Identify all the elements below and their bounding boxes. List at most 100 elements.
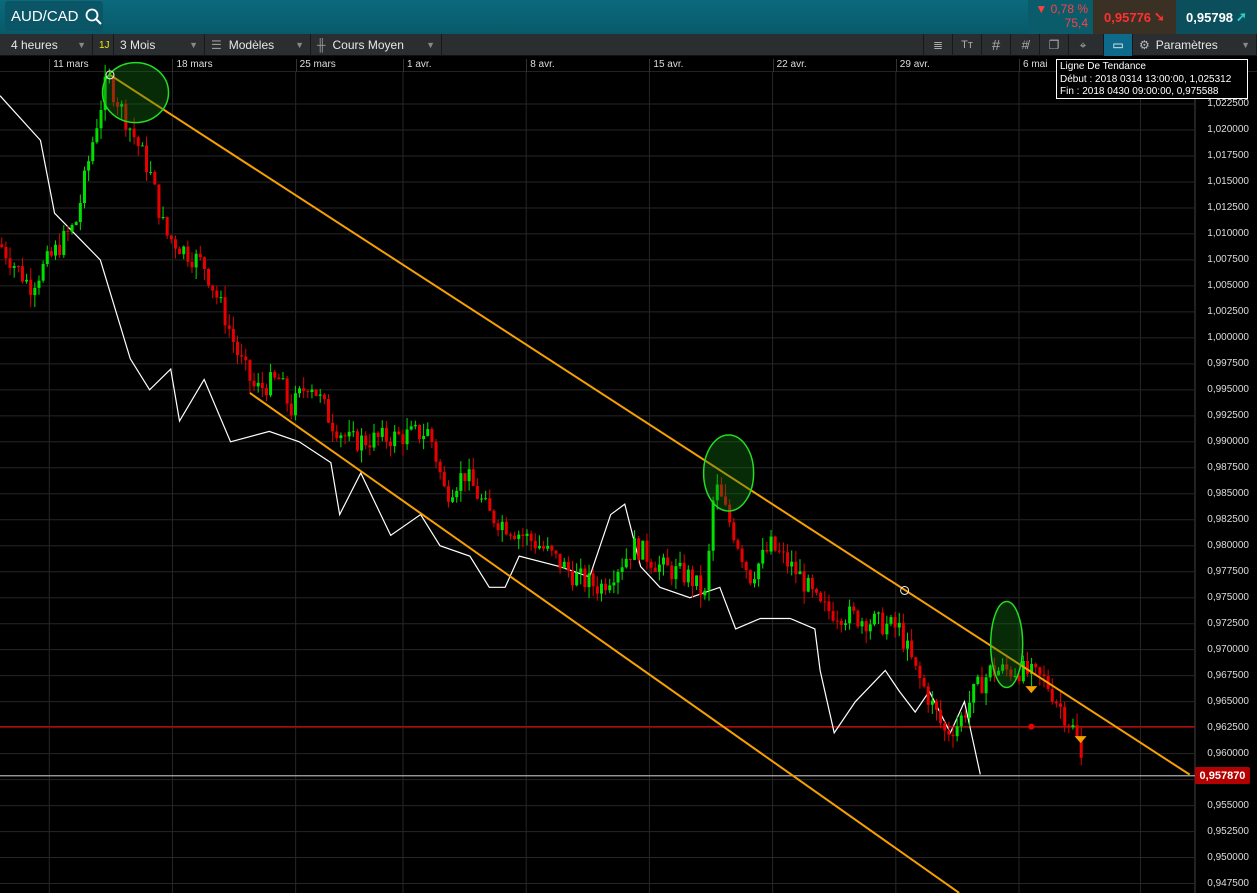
candle-body <box>537 546 541 549</box>
price-tick-label: 0,977500 <box>1207 565 1249 577</box>
candle-body <box>579 568 583 573</box>
candle-body <box>182 246 186 255</box>
candle-body <box>624 558 628 568</box>
candle-body <box>910 640 914 658</box>
candle-body <box>612 582 616 586</box>
candle-body <box>484 498 488 500</box>
candle-body <box>29 279 33 296</box>
candle-body <box>843 623 847 625</box>
candle-body <box>790 561 794 567</box>
candle-body <box>529 533 533 541</box>
candle-body <box>455 490 459 498</box>
price-tick-label: 1,022500 <box>1207 98 1249 109</box>
candle-body <box>405 429 409 445</box>
price-tick-label: 0,987500 <box>1207 461 1249 473</box>
candle-body <box>368 445 372 448</box>
candle-body <box>49 251 53 256</box>
candle-body <box>686 569 690 583</box>
candle-body <box>608 585 612 591</box>
candle-body <box>223 297 227 326</box>
candle-body <box>980 676 984 694</box>
candle-body <box>496 523 500 531</box>
candle-body <box>277 377 281 380</box>
candle-body <box>533 540 537 549</box>
candle-body <box>207 268 211 286</box>
candle-body <box>835 620 839 622</box>
candle-body <box>819 592 823 602</box>
candle-body <box>599 583 603 594</box>
highlight-ellipse <box>989 600 1024 689</box>
candle-body <box>393 431 397 447</box>
candle-body <box>661 557 665 565</box>
candle-body <box>575 572 579 586</box>
candle-body <box>831 611 835 621</box>
candle-body <box>773 536 777 551</box>
candle-body <box>860 621 864 627</box>
candle-body <box>471 469 475 486</box>
candle-body <box>550 545 554 551</box>
candle-body <box>161 217 165 219</box>
candle-body <box>198 253 202 258</box>
candle-body <box>922 677 926 687</box>
candle-body <box>521 534 525 537</box>
candle-body <box>815 589 819 593</box>
candle-body <box>637 538 641 560</box>
price-chart[interactable] <box>0 0 1257 893</box>
candle-body <box>264 388 268 396</box>
candle-body <box>777 550 781 552</box>
candle-body <box>571 570 575 586</box>
candle-body <box>864 621 868 632</box>
candle-body <box>157 184 161 218</box>
candle-body <box>1025 661 1029 674</box>
candle-body <box>856 610 860 627</box>
candle-body <box>384 427 388 442</box>
candle-body <box>438 461 442 473</box>
highlight-ellipse <box>702 434 755 512</box>
candle-body <box>302 388 306 392</box>
candle-body <box>951 734 955 737</box>
candle-body <box>513 535 517 539</box>
candle-body <box>963 715 967 718</box>
price-tick-label: 0,985000 <box>1207 487 1249 499</box>
candle-body <box>897 622 901 628</box>
candle-body <box>136 137 140 146</box>
candle-body <box>45 251 49 264</box>
candle-body <box>682 562 686 583</box>
candle-body <box>955 726 959 737</box>
candle-body <box>1038 667 1042 675</box>
candle-body <box>82 170 86 204</box>
candle-body <box>37 280 41 288</box>
candle-body <box>595 586 599 594</box>
candle-body <box>616 571 620 583</box>
candle-body <box>934 700 938 710</box>
candle-body <box>389 441 393 447</box>
candle-body <box>33 287 37 296</box>
candle-body <box>653 567 657 572</box>
candle-body <box>434 441 438 462</box>
candle-body <box>169 235 173 240</box>
price-tick-label: 1,012500 <box>1207 201 1249 213</box>
candle-body <box>852 606 856 611</box>
candle-body <box>620 567 624 572</box>
candle-body <box>273 372 277 378</box>
candle-body <box>256 382 260 387</box>
candle-body <box>335 431 339 439</box>
candle-body <box>699 575 703 596</box>
candle-body <box>757 563 761 580</box>
candle-body <box>4 246 8 259</box>
candle-body <box>8 258 12 268</box>
price-tick-label: 0,965000 <box>1207 695 1249 707</box>
candle-body <box>269 372 273 396</box>
price-tick-label: 1,005000 <box>1207 279 1249 291</box>
candle-body <box>322 394 326 400</box>
candle-body <box>66 230 70 232</box>
candle-body <box>711 500 715 551</box>
price-tick-label: 1,015000 <box>1207 175 1249 187</box>
candle-body <box>422 435 426 440</box>
candle-body <box>566 561 570 571</box>
candle-body <box>165 217 169 236</box>
candle-body <box>657 564 661 572</box>
candle-body <box>194 253 198 268</box>
candle-body <box>500 521 504 531</box>
candle-body <box>326 399 330 423</box>
